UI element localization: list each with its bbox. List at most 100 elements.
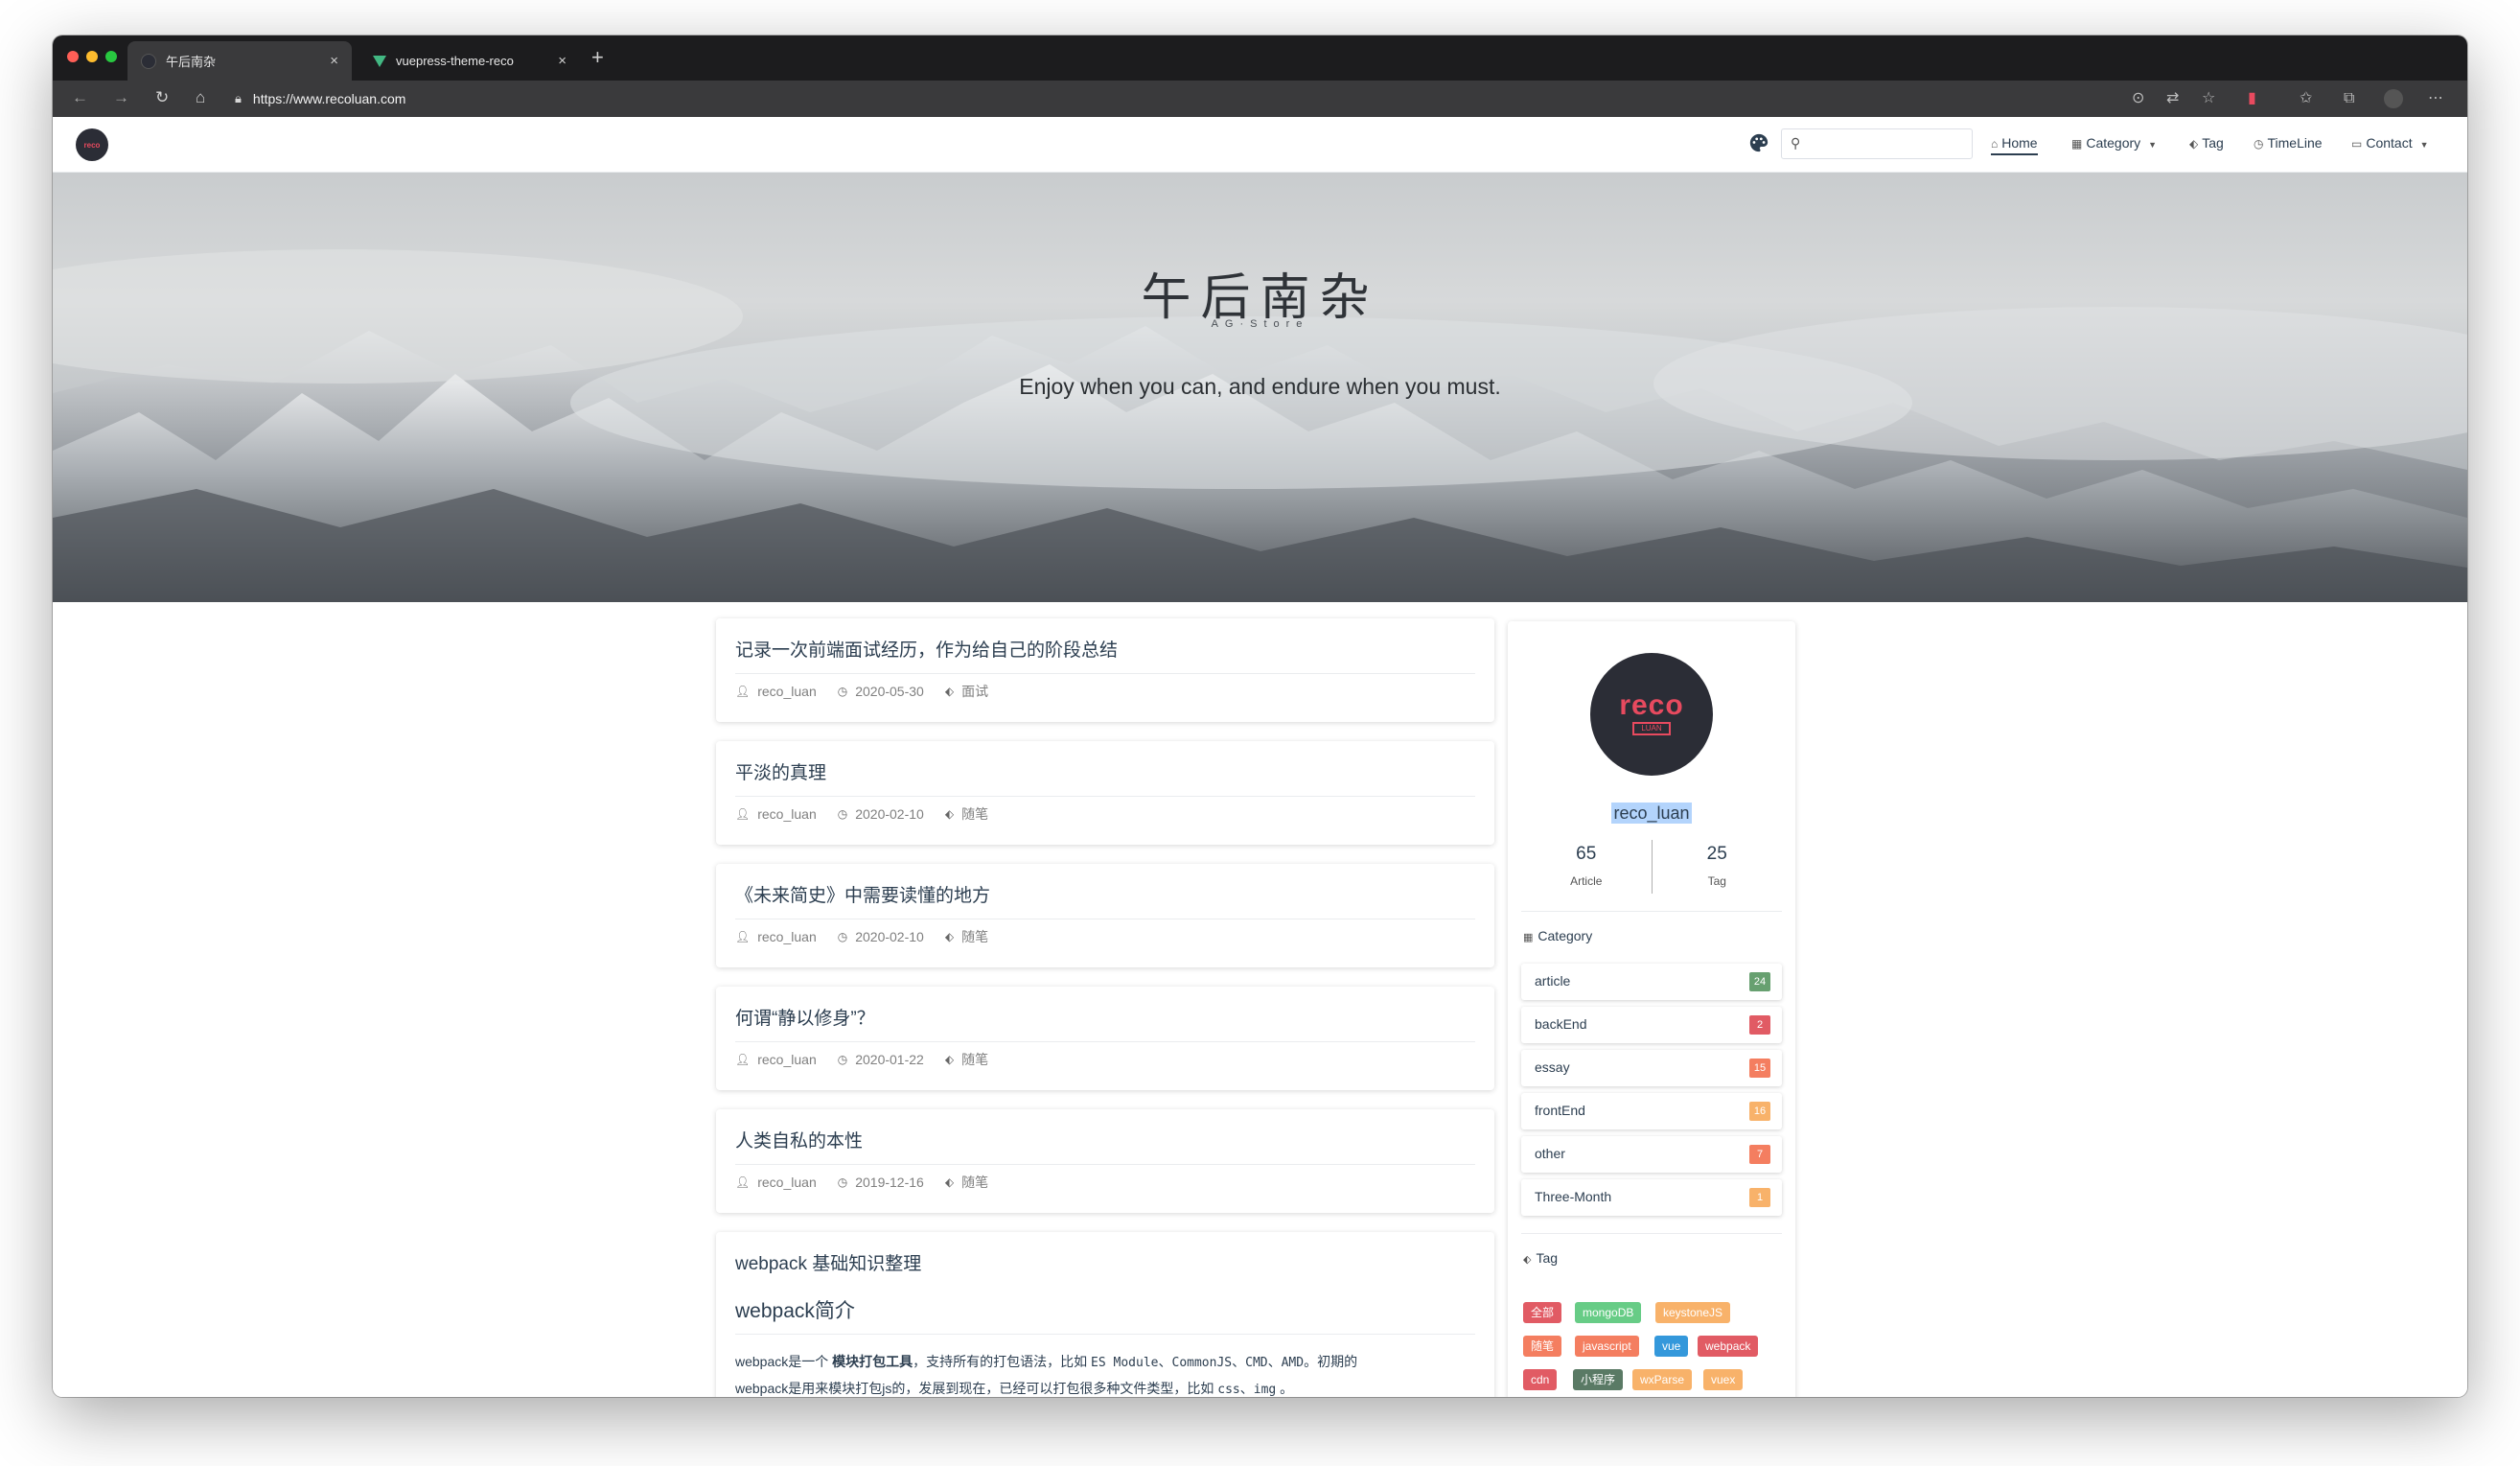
close-window-button[interactable] (67, 51, 79, 62)
post-title[interactable]: 记录一次前端面试经历，作为给自己的阶段总结 (735, 636, 1475, 674)
category-name: essay (1535, 1059, 1570, 1075)
tab-active[interactable]: 午后南杂 × (127, 41, 352, 81)
clock-icon: ◷ (837, 1053, 848, 1066)
category-name: backEnd (1535, 1016, 1587, 1032)
tag-stat[interactable]: 25 Tag (1653, 840, 1783, 894)
tab-title: 午后南杂 (166, 55, 217, 69)
browser-toolbar: ← → ↻ ⌂ 🔒︎ https://www.recoluan.com ⊙ ⇄ … (53, 81, 2467, 117)
hero-description: Enjoy when you can, and endure when you … (1019, 374, 1501, 399)
category-name: Three-Month (1535, 1189, 1612, 1204)
search-icon: ⚲ (1791, 135, 1801, 151)
profile-avatar-icon[interactable] (2384, 89, 2403, 108)
nav-home-label: Home (2001, 135, 2038, 151)
tag-pill[interactable]: cdn (1523, 1369, 1558, 1390)
user-icon: 👤︎ (735, 685, 751, 698)
back-icon[interactable]: ← (72, 88, 88, 107)
palette-icon[interactable] (1748, 132, 1769, 153)
address-bar[interactable]: 🔒︎ https://www.recoluan.com (235, 87, 2200, 110)
forward-icon[interactable]: → (113, 88, 129, 107)
close-tab-icon[interactable]: × (558, 53, 566, 69)
tag-pill[interactable]: 全部 (1523, 1302, 1562, 1323)
post-card[interactable]: 《未来简史》中需要读懂的地方 👤︎ reco_luan ◷ 2020-02-10 ⬖… (716, 864, 1494, 967)
home-icon[interactable]: ⌂ (196, 88, 205, 107)
nav-timeline[interactable]: ◷ TimeLine (2254, 135, 2323, 151)
favorites-list-icon[interactable]: ✩ (2300, 89, 2312, 108)
logo-text: reco (83, 140, 101, 150)
post-title[interactable]: 人类自私的本性 (735, 1127, 1475, 1165)
post-card[interactable]: 记录一次前端面试经历，作为给自己的阶段总结 👤︎ reco_luan ◷ 2020-… (716, 618, 1494, 722)
tag-pill[interactable]: javascript (1575, 1336, 1639, 1357)
extension-icon[interactable]: ⊙ (2132, 89, 2144, 108)
tag-pill[interactable]: mongoDB (1575, 1302, 1642, 1323)
category-name: frontEnd (1535, 1103, 1585, 1118)
nav-contact[interactable]: ▭ Contact ▼ (2351, 135, 2429, 151)
nav-tag-label: Tag (2202, 135, 2224, 151)
tag-pill[interactable]: vuex (1703, 1369, 1744, 1390)
category-item[interactable]: essay 15 (1521, 1050, 1782, 1086)
site-navbar: reco ⚲ ⌂ Home ▦ Category ▼ ⬖ Tag ◷ TimeLine (53, 117, 2467, 173)
post-card[interactable]: 人类自私的本性 👤︎ reco_luan ◷ 2019-12-16 ⬖ 随笔 (716, 1109, 1494, 1213)
search-input[interactable] (1811, 133, 1964, 154)
category-item[interactable]: backEnd 2 (1521, 1007, 1782, 1043)
minimize-window-button[interactable] (86, 51, 98, 62)
flag-extension-icon[interactable]: ▮ (2248, 89, 2256, 108)
post-title[interactable]: 《未来简史》中需要读懂的地方 (735, 881, 1475, 919)
category-item[interactable]: Three-Month 1 (1521, 1179, 1782, 1216)
new-tab-button[interactable]: + (591, 47, 604, 68)
post-date: 2020-02-10 (855, 806, 924, 822)
category-item[interactable]: article 24 (1521, 964, 1782, 1000)
hero-subtitle: AG·Store (1211, 318, 1309, 330)
tag-icon: ⬖ (944, 930, 955, 943)
close-tab-icon[interactable]: × (330, 53, 338, 69)
nav-timeline-label: TimeLine (2267, 135, 2323, 151)
tag-pill[interactable]: webpack (1698, 1336, 1759, 1357)
translate-icon[interactable]: ⇄ (2166, 89, 2179, 108)
post-card[interactable]: 平淡的真理 👤︎ reco_luan ◷ 2020-02-10 ⬖ 随笔 (716, 741, 1494, 845)
tag-icon: ⬖ (944, 1053, 955, 1066)
post-tag[interactable]: 随笔 (961, 1173, 988, 1192)
web-page: reco ⚲ ⌂ Home ▦ Category ▼ ⬖ Tag ◷ TimeLine (53, 117, 2467, 1397)
reload-icon[interactable]: ↻ (155, 88, 169, 107)
post-meta: 👤︎ reco_luan ◷ 2020-02-10 ⬖ 随笔 (735, 927, 988, 946)
post-tag[interactable]: 随笔 (961, 804, 988, 824)
nav-contact-label: Contact (2366, 135, 2413, 151)
clock-icon: ◷ (837, 685, 848, 698)
clock-icon: ◷ (2254, 137, 2264, 151)
site-search[interactable]: ⚲ (1781, 128, 1973, 159)
chevron-down-icon: ▼ (2419, 140, 2429, 150)
post-card-excerpt[interactable]: webpack 基础知识整理 webpack简介 webpack是一个 模块打包… (716, 1232, 1494, 1397)
zoom-window-button[interactable] (105, 51, 117, 62)
tag-pill[interactable]: 小程序 (1573, 1369, 1624, 1390)
post-author: reco_luan (757, 929, 817, 944)
tab-inactive[interactable]: vuepress-theme-reco × (359, 41, 580, 81)
favorite-star-icon[interactable]: ☆ (2202, 89, 2215, 108)
post-tag[interactable]: 面试 (961, 682, 988, 701)
nav-category[interactable]: ▦ Category ▼ (2071, 135, 2157, 151)
category-item[interactable]: frontEnd 16 (1521, 1093, 1782, 1129)
post-title[interactable]: 平淡的真理 (735, 758, 1475, 797)
collections-icon[interactable]: ⧉ (2344, 89, 2354, 108)
post-card[interactable]: 何谓“静以修身”？ 👤︎ reco_luan ◷ 2020-01-22 ⬖ 随笔 (716, 987, 1494, 1090)
tag-pill[interactable]: wxParse (1632, 1369, 1693, 1390)
tag-icon: ⬖ (944, 807, 955, 821)
contact-icon: ▭ (2351, 137, 2363, 151)
tag-pill[interactable]: vue (1654, 1336, 1689, 1357)
nav-home[interactable]: ⌂ Home (1991, 135, 2038, 155)
category-item[interactable]: other 7 (1521, 1136, 1782, 1173)
site-logo[interactable]: reco (76, 128, 108, 161)
more-menu-icon[interactable]: ⋯ (2428, 89, 2443, 108)
post-title[interactable]: webpack 基础知识整理 (735, 1249, 1475, 1287)
tag-pill[interactable]: 随笔 (1523, 1336, 1562, 1357)
tag-label: Tag (1707, 874, 1726, 888)
tag-pill[interactable]: keystoneJS (1655, 1302, 1731, 1323)
post-title[interactable]: 何谓“静以修身”？ (735, 1004, 1475, 1042)
article-stat[interactable]: 65 Article (1521, 840, 1652, 894)
nav-tag[interactable]: ⬖ Tag (2189, 135, 2224, 151)
post-date: 2020-05-30 (855, 684, 924, 699)
hero-banner: 午后南杂 AG·Store Enjoy when you can, and en… (53, 173, 2467, 602)
tab-strip: 午后南杂 × vuepress-theme-reco × + (53, 35, 2467, 81)
post-tag[interactable]: 随笔 (961, 927, 988, 946)
tag-heading: ⬖ Tag (1523, 1250, 1559, 1266)
post-tag[interactable]: 随笔 (961, 1050, 988, 1069)
post-date: 2019-12-16 (855, 1175, 924, 1190)
